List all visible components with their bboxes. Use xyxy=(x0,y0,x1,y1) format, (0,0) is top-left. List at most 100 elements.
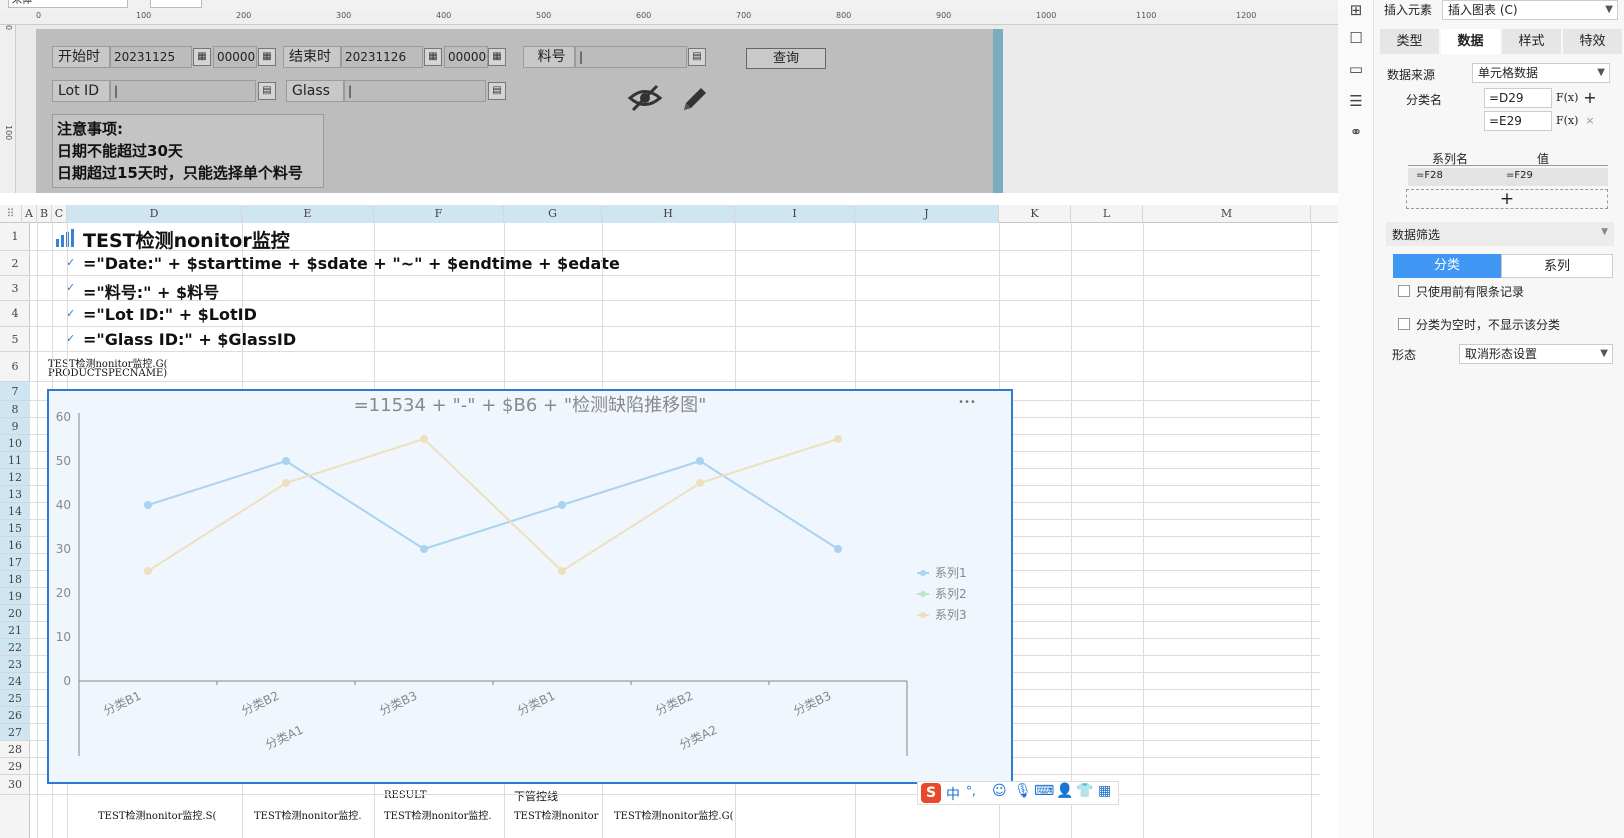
row-header-3[interactable]: 3 xyxy=(0,276,30,301)
end-time-input[interactable]: 000000 xyxy=(444,46,488,68)
row-header-15[interactable]: 15 xyxy=(0,520,30,537)
row-header-28[interactable]: 28 xyxy=(0,741,30,758)
row-header-5[interactable]: 5 xyxy=(0,327,30,352)
font-size-select[interactable] xyxy=(150,0,202,8)
row-header-17[interactable]: 17 xyxy=(0,554,30,571)
row-header-25[interactable]: 25 xyxy=(0,690,30,707)
pencil-icon[interactable] xyxy=(679,83,711,115)
column-header-b[interactable]: B xyxy=(37,205,52,223)
row-header-13[interactable]: 13 xyxy=(0,486,30,503)
shirt-icon[interactable]: 👕 xyxy=(1076,783,1093,799)
end-date-input[interactable]: 20231126 xyxy=(341,46,423,68)
calendar-icon[interactable]: ▦ xyxy=(193,48,211,66)
row-header-19[interactable]: 19 xyxy=(0,588,30,605)
row-header-4[interactable]: 4 xyxy=(0,301,30,327)
column-header-d[interactable]: D xyxy=(67,205,242,223)
shape-select[interactable]: 取消形态设置 ▼ xyxy=(1459,344,1613,364)
add-series-button[interactable]: + xyxy=(1406,189,1608,209)
row-header-7[interactable]: 7 xyxy=(0,382,30,401)
column-header-m[interactable]: M xyxy=(1143,205,1311,223)
grid-icon[interactable]: ▦ xyxy=(1098,783,1111,799)
tab-data[interactable]: 数据 xyxy=(1441,29,1500,54)
column-header-g[interactable]: G xyxy=(504,205,602,223)
column-header-k[interactable]: K xyxy=(999,205,1071,223)
row-header-12[interactable]: 12 xyxy=(0,469,30,486)
value-cell[interactable]: =F29 xyxy=(1506,170,1533,181)
series-row[interactable]: =F28 =F29 xyxy=(1408,168,1608,186)
row-header-22[interactable]: 22 xyxy=(0,639,30,656)
insert-element-select[interactable]: 插入图表 (C) ▼ xyxy=(1442,0,1618,20)
column-header-j[interactable]: J xyxy=(855,205,999,223)
mic-icon[interactable]: 🎙 xyxy=(1014,783,1032,799)
row-header-2[interactable]: 2 xyxy=(0,251,30,276)
font-select[interactable]: 宋体 xyxy=(8,0,128,8)
filter-tab-series[interactable]: 系列 xyxy=(1501,254,1613,278)
row-header-1[interactable]: 1 xyxy=(0,223,30,251)
limit-records-checkbox[interactable] xyxy=(1398,285,1410,297)
row-header-10[interactable]: 10 xyxy=(0,435,30,452)
row-header-9[interactable]: 9 xyxy=(0,418,30,435)
row-header-6[interactable]: 6 xyxy=(0,352,30,382)
part-number-input[interactable]: | xyxy=(575,46,687,68)
start-time-input[interactable]: 000000 xyxy=(213,46,257,68)
layers-icon[interactable]: ☰ xyxy=(1346,91,1366,111)
frame-icon[interactable]: ☐ xyxy=(1346,28,1366,48)
widget-icon[interactable]: ⊞ xyxy=(1346,0,1366,20)
row-header-16[interactable]: 16 xyxy=(0,537,30,554)
data-filter-header[interactable]: 数据筛选 ▼ xyxy=(1386,222,1614,246)
column-header-e[interactable]: E xyxy=(242,205,374,223)
row-header-18[interactable]: 18 xyxy=(0,571,30,588)
calendar-icon[interactable]: ▦ xyxy=(258,48,276,66)
row-header-21[interactable]: 21 xyxy=(0,622,30,639)
dropdown-icon[interactable]: ▤ xyxy=(488,82,506,100)
user-icon[interactable]: 👤 xyxy=(1056,783,1073,799)
column-header-h[interactable]: H xyxy=(602,205,735,223)
row-header-30[interactable]: 30 xyxy=(0,775,30,795)
category-input-2[interactable]: =E29 xyxy=(1484,111,1552,131)
row-header-20[interactable]: 20 xyxy=(0,605,30,622)
query-button[interactable]: 查询 xyxy=(746,48,826,69)
row-header-23[interactable]: 23 xyxy=(0,656,30,673)
ime-toolbar[interactable]: S 中 °, ☺ 🎙 ⌨ 👤 👕 ▦ xyxy=(917,781,1119,805)
row-header-8[interactable]: 8 xyxy=(0,401,30,418)
start-date-input[interactable]: 20231125 xyxy=(110,46,192,68)
filter-tab-category[interactable]: 分类 xyxy=(1393,254,1501,278)
eye-slash-icon[interactable] xyxy=(627,83,663,113)
panel-resize-bar[interactable] xyxy=(993,29,1003,193)
series-cell[interactable]: =F28 xyxy=(1416,170,1443,181)
column-header-c[interactable]: C xyxy=(52,205,67,223)
fx-button[interactable]: F(x) xyxy=(1556,111,1578,131)
tab-type[interactable]: 类型 xyxy=(1380,29,1439,54)
calendar-icon[interactable]: ▦ xyxy=(488,48,506,66)
ime-lang[interactable]: 中 xyxy=(946,784,960,804)
row-header-27[interactable]: 27 xyxy=(0,724,30,741)
row-header-14[interactable]: 14 xyxy=(0,503,30,520)
select-all-corner[interactable]: ⠿ xyxy=(0,205,22,223)
dropdown-icon[interactable]: ▤ xyxy=(258,82,276,100)
row-header-26[interactable]: 26 xyxy=(0,707,30,724)
remove-category-icon[interactable]: × xyxy=(1580,111,1600,131)
column-header-a[interactable]: A xyxy=(22,205,37,223)
sogou-logo[interactable]: S xyxy=(921,783,941,803)
tab-style[interactable]: 样式 xyxy=(1502,29,1561,54)
row-header-24[interactable]: 24 xyxy=(0,673,30,690)
calendar-icon[interactable]: ▦ xyxy=(424,48,442,66)
add-category-icon[interactable]: + xyxy=(1580,88,1600,108)
hide-empty-checkbox[interactable] xyxy=(1398,318,1410,330)
glass-input[interactable]: | xyxy=(344,80,486,102)
ime-punct[interactable]: °, xyxy=(966,784,976,798)
lot-id-input[interactable]: | xyxy=(110,80,256,102)
tab-effects[interactable]: 特效 xyxy=(1563,29,1622,54)
column-header-f[interactable]: F xyxy=(374,205,504,223)
emoji-icon[interactable]: ☺ xyxy=(992,783,1007,799)
dropdown-box-icon[interactable]: ▭ xyxy=(1346,59,1366,79)
line-chart[interactable]: =11534 + "-" + $B6 + "检测缺陷推移图" ••• 0 10 20 30… xyxy=(47,389,1013,784)
data-source-select[interactable]: 单元格数据 ▼ xyxy=(1472,63,1610,83)
column-header-l[interactable]: L xyxy=(1071,205,1143,223)
row-header-29[interactable]: 29 xyxy=(0,758,30,775)
row-header-11[interactable]: 11 xyxy=(0,452,30,469)
category-input-1[interactable]: =D29 xyxy=(1484,88,1552,108)
keyboard-icon[interactable]: ⌨ xyxy=(1034,783,1054,799)
fx-button[interactable]: F(x) xyxy=(1556,88,1578,108)
dropdown-icon[interactable]: ▤ xyxy=(688,48,706,66)
